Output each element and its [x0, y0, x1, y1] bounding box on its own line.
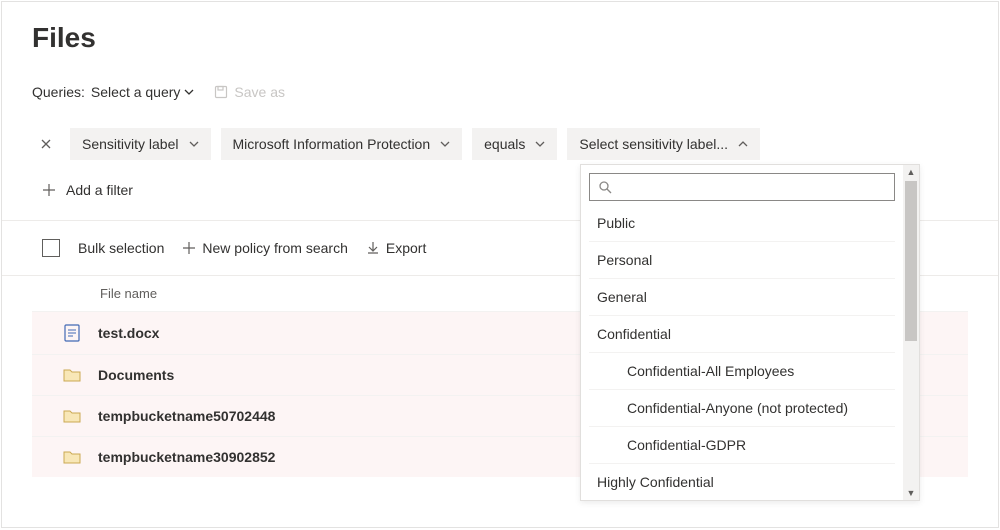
- close-icon: [40, 138, 52, 150]
- search-icon: [598, 180, 612, 194]
- sensitivity-label-dropdown: PublicPersonalGeneralConfidentialConfide…: [580, 164, 920, 501]
- save-as-button: Save as: [214, 84, 285, 100]
- dropdown-item[interactable]: Highly Confidential: [589, 463, 895, 500]
- chevron-up-icon: [738, 139, 748, 149]
- save-icon: [214, 85, 228, 99]
- bulk-selection-button[interactable]: Bulk selection: [78, 240, 164, 256]
- folder-icon: [62, 408, 82, 424]
- dropdown-search[interactable]: [589, 173, 895, 201]
- page-title: Files: [32, 22, 968, 54]
- filter-provider-pill[interactable]: Microsoft Information Protection: [221, 128, 463, 160]
- file-name: tempbucketname50702448: [98, 408, 275, 424]
- export-button[interactable]: Export: [366, 240, 426, 256]
- chevron-down-icon: [440, 139, 450, 149]
- dropdown-item[interactable]: Public: [589, 205, 895, 241]
- select-query-dropdown[interactable]: Select a query: [91, 84, 195, 100]
- dropdown-item[interactable]: Confidential-GDPR: [589, 426, 895, 463]
- plus-icon: [42, 183, 56, 197]
- scroll-up-arrow[interactable]: ▲: [903, 165, 919, 179]
- remove-filter-button[interactable]: [32, 132, 60, 156]
- filter-value-pill[interactable]: Select sensitivity label...: [567, 128, 760, 160]
- new-policy-label: New policy from search: [202, 240, 348, 256]
- dropdown-item[interactable]: Confidential-Anyone (not protected): [589, 389, 895, 426]
- dropdown-item[interactable]: Personal: [589, 241, 895, 278]
- dropdown-item[interactable]: Confidential: [589, 315, 895, 352]
- scroll-thumb[interactable]: [905, 181, 917, 341]
- folder-icon: [62, 449, 82, 465]
- select-query-label: Select a query: [91, 84, 181, 100]
- dropdown-scrollbar[interactable]: ▲ ▼: [903, 165, 919, 500]
- chevron-down-icon: [184, 87, 194, 97]
- queries-label: Queries:: [32, 84, 85, 100]
- filter-operator-label: equals: [484, 136, 525, 152]
- download-icon: [366, 241, 380, 255]
- plus-icon: [182, 241, 196, 255]
- dropdown-item[interactable]: Confidential-All Employees: [589, 352, 895, 389]
- bulk-select-checkbox[interactable]: [42, 239, 60, 257]
- filter-operator-pill[interactable]: equals: [472, 128, 557, 160]
- file-name: test.docx: [98, 325, 159, 341]
- dropdown-item[interactable]: General: [589, 278, 895, 315]
- folder-icon: [62, 367, 82, 383]
- scroll-down-arrow[interactable]: ▼: [903, 486, 919, 500]
- file-name: Documents: [98, 367, 174, 383]
- file-name: tempbucketname30902852: [98, 449, 275, 465]
- chevron-down-icon: [535, 139, 545, 149]
- filter-field-label: Sensitivity label: [82, 136, 179, 152]
- new-policy-button[interactable]: New policy from search: [182, 240, 348, 256]
- filter-field-pill[interactable]: Sensitivity label: [70, 128, 211, 160]
- bulk-selection-label: Bulk selection: [78, 240, 164, 256]
- add-filter-label: Add a filter: [66, 182, 133, 198]
- dropdown-search-input[interactable]: [612, 178, 886, 196]
- export-label: Export: [386, 240, 426, 256]
- filter-provider-label: Microsoft Information Protection: [233, 136, 431, 152]
- chevron-down-icon: [189, 139, 199, 149]
- filter-value-label: Select sensitivity label...: [579, 136, 728, 152]
- document-icon: [62, 324, 82, 342]
- save-as-label: Save as: [234, 84, 285, 100]
